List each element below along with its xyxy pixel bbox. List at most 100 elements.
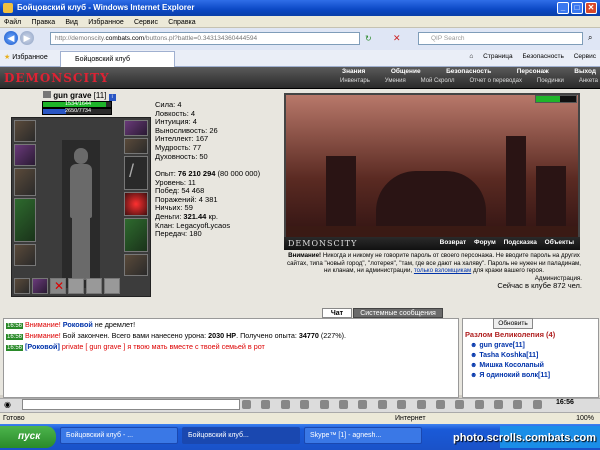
forward-icon[interactable]: ▶ <box>20 31 34 45</box>
favorites-button[interactable]: ★ Избранное <box>4 53 48 61</box>
scene-status-bar <box>535 95 577 103</box>
maximize-button[interactable]: □ <box>571 2 583 14</box>
bag-slot-4[interactable] <box>68 278 84 294</box>
minimize-button[interactable]: _ <box>557 2 569 14</box>
shield-slot[interactable] <box>124 192 148 216</box>
search-input[interactable]: QIP Search <box>418 32 583 45</box>
security-menu[interactable]: Безопасность <box>522 53 563 60</box>
forum-link[interactable]: Форум <box>474 239 496 246</box>
nav-profile[interactable]: Анкета <box>579 78 598 88</box>
warning-link[interactable]: только взломщикам <box>414 267 471 274</box>
objects-link[interactable]: Объекты <box>545 239 574 246</box>
chat-text: 34770 <box>298 331 319 340</box>
menu-favorites[interactable]: Избранное <box>88 19 123 26</box>
refresh-button[interactable]: Обновить <box>493 318 533 329</box>
character-name[interactable]: gun grave <box>53 91 91 100</box>
tool-icon[interactable] <box>494 400 504 409</box>
tool-icon[interactable] <box>280 400 290 409</box>
back-icon[interactable]: ◀ <box>4 31 18 45</box>
money-label: Деньги: <box>155 211 182 221</box>
ring-slot[interactable] <box>124 138 148 154</box>
tool-icon[interactable] <box>261 400 271 409</box>
hint-link[interactable]: Подсказка <box>504 239 537 246</box>
watermark: photo.scrolls.combats.com <box>452 432 596 444</box>
nav-security[interactable]: Безопасность <box>446 68 491 78</box>
menu-help[interactable]: Справка <box>168 19 195 26</box>
necklace-slot[interactable] <box>14 144 36 166</box>
weapon-slot[interactable] <box>14 168 36 196</box>
tool-icon[interactable] <box>513 400 523 409</box>
bag-slot-5[interactable] <box>86 278 102 294</box>
taskbar-task[interactable]: Бойцовский клуб - ... <box>60 427 178 444</box>
chat-input[interactable] <box>22 399 240 410</box>
city-scene-image[interactable] <box>284 93 580 250</box>
nav-knowledge[interactable]: Знания <box>342 68 365 78</box>
tool-icon[interactable] <box>455 400 465 409</box>
nav-skills[interactable]: Умения <box>385 78 406 88</box>
menu-edit[interactable]: Правка <box>31 19 55 26</box>
nav-communication[interactable]: Общение <box>391 68 421 78</box>
online-user[interactable]: ☻ gun grave[11] <box>470 342 525 349</box>
taskbar-task[interactable]: Бойцовский клуб... <box>182 427 300 444</box>
tool-icon[interactable] <box>435 400 445 409</box>
bag-slot-1[interactable] <box>14 278 30 294</box>
info-icon[interactable]: i <box>108 94 116 101</box>
chat-text[interactable]: [Роковой] <box>25 342 60 351</box>
search-icon[interactable]: ⌕ <box>588 33 592 43</box>
armor-slot[interactable] <box>14 198 36 242</box>
tab-system-messages[interactable]: Системные сообщения <box>353 308 443 318</box>
online-user[interactable]: ☻ Я одинокий волк[11] <box>470 372 550 379</box>
sword-slot[interactable]: / <box>124 156 148 190</box>
tool-icon[interactable] <box>474 400 484 409</box>
address-input[interactable]: http://demonscity.combats.com/buttons.pl… <box>50 32 360 45</box>
online-user[interactable]: ☻ Tasha Koshka[11] <box>470 352 538 359</box>
nav-inventory[interactable]: Инвентарь <box>340 78 370 88</box>
boots-slot[interactable] <box>124 254 148 276</box>
home-icon[interactable]: ⌂ <box>469 53 473 60</box>
belt-slot[interactable] <box>14 244 36 266</box>
chat-timestamp[interactable]: 16:56 <box>6 323 24 329</box>
warning-title: Внимание! <box>288 252 322 259</box>
menu-file[interactable]: Файл <box>4 19 21 26</box>
chat-timestamp[interactable]: 16:56 <box>6 334 24 340</box>
nav-my-scroll[interactable]: Мой Скролл <box>421 78 455 88</box>
menu-view[interactable]: Вид <box>65 19 78 26</box>
tool-icon[interactable] <box>358 400 368 409</box>
earring-slot[interactable] <box>124 120 148 136</box>
tab-chat[interactable]: Чат <box>322 308 352 318</box>
bag-slot-2[interactable] <box>32 278 48 294</box>
bag-slot-3[interactable]: ✕ <box>50 278 66 294</box>
nav-character[interactable]: Персонаж <box>517 68 549 78</box>
chat-mode-icon[interactable]: ◉ <box>4 400 11 409</box>
nav-transfers[interactable]: Отчет о переводах <box>469 78 522 88</box>
nav-exit[interactable]: Выход <box>574 68 596 78</box>
return-link[interactable]: Возврат <box>440 239 467 246</box>
tool-icon[interactable] <box>242 400 251 409</box>
taskbar-task[interactable]: Skype™ [1] - agnesh... <box>304 427 422 444</box>
tools-menu[interactable]: Сервис <box>574 53 596 60</box>
tool-icon[interactable] <box>319 400 329 409</box>
bag-slot-6[interactable] <box>104 278 120 294</box>
refresh-icon[interactable]: ↻ <box>365 34 372 43</box>
tool-icon[interactable] <box>338 400 348 409</box>
tool-icon[interactable] <box>377 400 387 409</box>
menu-tools[interactable]: Сервис <box>134 19 158 26</box>
nav-battles[interactable]: Поединки <box>537 78 564 88</box>
tool-icon[interactable] <box>300 400 310 409</box>
chat-timestamp[interactable]: 16:56 <box>6 345 24 351</box>
helmet-slot[interactable] <box>14 120 36 142</box>
tool-icon[interactable] <box>416 400 426 409</box>
tool-icon[interactable] <box>532 400 542 409</box>
close-button[interactable]: ✕ <box>585 2 597 14</box>
browser-tab[interactable]: Бойцовский клуб <box>60 51 175 67</box>
stop-icon[interactable]: ✕ <box>393 33 401 44</box>
tool-icon[interactable] <box>397 400 407 409</box>
pants-slot[interactable] <box>124 218 148 252</box>
start-button[interactable]: пуск <box>0 426 56 448</box>
exp-label: Опыт: <box>155 169 176 178</box>
chat-text[interactable]: Роковой <box>63 320 93 329</box>
online-user[interactable]: ☻ Мишка Косолапый <box>470 362 544 369</box>
status-bar: Готово Интернет 100% <box>0 412 600 424</box>
page-menu[interactable]: Страница <box>483 53 512 60</box>
game-sub-nav: Инвентарь Умения Мой Скролл Отчет о пере… <box>338 78 600 88</box>
